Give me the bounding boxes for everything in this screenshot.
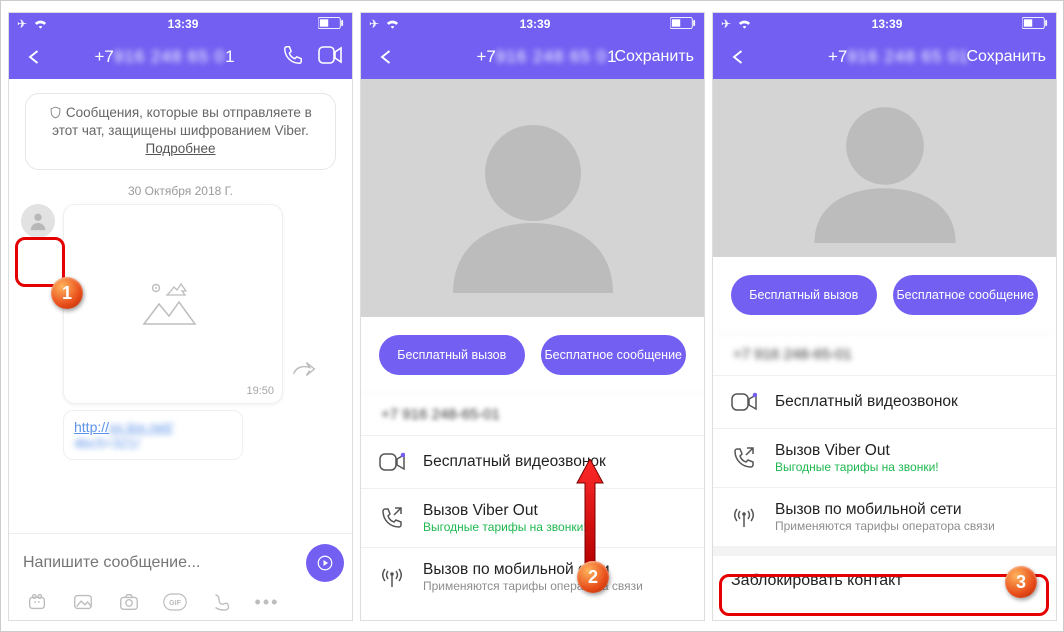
status-bar: ✈︎ 13:39 [361,13,704,35]
sender-avatar[interactable] [21,204,55,238]
shield-icon [49,106,62,119]
status-bar: ✈︎ 13:39 [9,13,352,35]
option-mobile-call[interactable]: Вызов по мобильной сетиПрименяются тариф… [361,547,704,606]
back-button[interactable] [371,43,399,71]
save-button[interactable]: Сохранить [614,48,694,66]
camera-icon[interactable] [117,590,141,614]
video-icon [379,449,405,475]
contact-header: +7916 248 65 01 Сохранить [361,35,704,79]
profile-photo[interactable] [713,79,1056,257]
send-button[interactable] [306,544,344,582]
back-button[interactable] [19,43,47,71]
option-viber-out[interactable]: Вызов Viber OutВыгодные тарифы на звонки… [361,488,704,547]
composer: GIF ••• [9,533,352,620]
doodle-icon[interactable] [209,590,233,614]
battery-icon [670,17,696,32]
wifi-icon [737,17,752,32]
airplane-icon: ✈︎ [721,17,731,31]
video-icon [731,389,757,415]
option-video-call[interactable]: Бесплатный видеозвонок [713,375,1056,428]
wifi-icon [33,17,48,32]
video-icon[interactable] [318,44,342,71]
gif-icon[interactable]: GIF [163,590,187,614]
back-button[interactable] [723,43,751,71]
wifi-icon [385,17,400,32]
status-time: 13:39 [520,17,551,31]
free-call-button[interactable]: Бесплатный вызов [731,275,877,315]
status-time: 13:39 [168,17,199,31]
link-message[interactable]: http://xx.tpx.net/ 4bc5=321/ [63,410,243,460]
save-button[interactable]: Сохранить [966,48,1046,66]
phone-number: +7 916 248-65-01 [713,333,1056,375]
phone-screen-contact-1: ✈︎ 13:39 +7916 248 65 01 Сохранить Беспл… [360,12,705,621]
status-time: 13:39 [872,17,903,31]
message-input[interactable] [23,554,298,572]
contact-header: +7916 248 65 01 Сохранить [713,35,1056,79]
phone-screen-contact-2: ✈︎ 13:39 +7916 248 65 01 Сохранить Беспл… [712,12,1057,621]
phone-out-icon [731,445,757,471]
phone-out-icon [379,505,405,531]
antenna-icon [379,564,405,590]
free-message-button[interactable]: Бесплатное сообщение [893,275,1039,315]
forward-icon[interactable] [292,360,316,383]
option-viber-out[interactable]: Вызов Viber OutВыгодные тарифы на звонки… [713,428,1056,487]
avatar-placeholder-icon [805,93,965,243]
airplane-icon: ✈︎ [369,17,379,31]
chat-title[interactable]: +7916 248 65 01 [47,47,282,67]
profile-photo[interactable] [361,79,704,317]
gallery-icon[interactable] [71,590,95,614]
status-bar: ✈︎ 13:39 [713,13,1056,35]
battery-icon [318,17,344,32]
airplane-icon: ✈︎ [17,17,27,31]
date-separator: 30 Октября 2018 Г. [9,184,352,198]
svg-text:GIF: GIF [169,598,182,607]
antenna-icon [731,504,757,530]
more-icon[interactable]: ••• [255,590,279,614]
option-video-call[interactable]: Бесплатный видеозвонок [361,435,704,488]
option-block-contact[interactable]: Заблокировать контакт [713,546,1056,606]
free-call-button[interactable]: Бесплатный вызов [379,335,525,375]
chat-header: +7916 248 65 01 [9,35,352,79]
image-message[interactable]: 19:50 [63,204,283,404]
battery-icon [1022,17,1048,32]
image-placeholder-icon [138,276,208,331]
avatar-placeholder-icon [443,103,623,293]
option-mobile-call[interactable]: Вызов по мобильной сетиПрименяются тариф… [713,487,1056,546]
sticker-icon[interactable] [25,590,49,614]
encryption-notice: Сообщения, которые вы отправляете в этот… [25,93,336,170]
phone-screen-chat: ✈︎ 13:39 +7916 248 65 01 [8,12,353,621]
phone-number: +7 916 248-65-01 [361,393,704,435]
free-message-button[interactable]: Бесплатное сообщение [541,335,687,375]
message-time: 19:50 [246,385,274,397]
learn-more-link[interactable]: Подробнее [145,141,215,156]
call-icon[interactable] [282,44,304,71]
